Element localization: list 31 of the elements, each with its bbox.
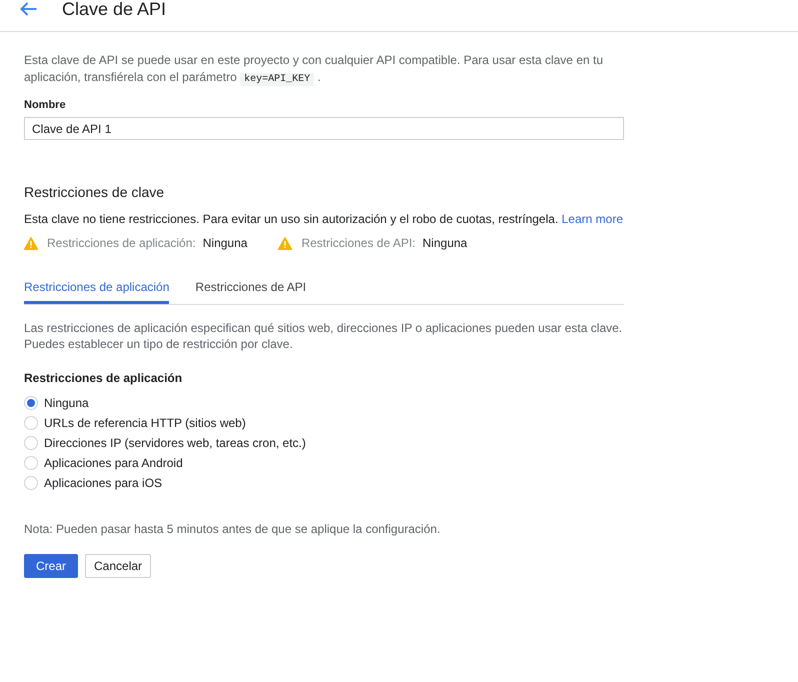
radio-button[interactable] [24,476,38,490]
field-label: Nombre [24,98,67,112]
tab-description: Las restricciones de aplicación especifican qué sitios web, direcciones IP o aplicaciones pueden usar esta clave. Puedes establecer un tipo de restricción por clave. [24,320,624,352]
restriction-label: Restricciones de aplicación: [47,235,196,251]
note-text: Nota: Pueden pasar hasta 5 minutos antes de que se aplique la configuración. [24,521,442,537]
learn-more-link[interactable]: Learn more [562,212,623,226]
radio-button[interactable] [24,396,38,410]
restriction-value: Ninguna [202,235,248,251]
radio-label[interactable]: URLs de referencia HTTP (sitios web) [44,415,246,431]
tab[interactable]: Restricciones de aplicación [24,274,170,304]
radio-label[interactable]: Direcciones IP (servidores web, tareas cron, etc.) [44,435,306,451]
warning-icon [278,236,292,250]
radio-button[interactable] [24,416,38,430]
tab[interactable]: Restricciones de API [195,274,306,304]
section-title: Restricciones de clave [24,183,166,201]
warning-icon [24,236,38,250]
page-title: Clave de API [62,0,166,18]
intro-text: Esta clave de API se puede usar en este proyecto y con cualquier API compatible. Para usar esta clave en tu aplicación, transfiérela con el parámetro key=API_KEY . [24,52,604,88]
restriction-warning-text: Esta clave no tiene restricciones. Para evitar un uso sin autorización y el robo de cuotas, restríngela. Learn more [24,211,624,228]
radio-label[interactable]: Aplicaciones para Android [44,455,183,471]
radio-button[interactable] [24,456,38,470]
name-input[interactable]: Clave de API 1 [24,117,624,140]
create-button[interactable]: Crear [24,554,78,578]
cancel-button[interactable]: Cancelar [85,554,152,578]
radio-button[interactable] [24,436,38,450]
radio-label[interactable]: Aplicaciones para iOS [44,475,162,491]
group-title: Restricciones de aplicación [24,370,184,386]
back-arrow-icon[interactable] [20,2,37,16]
radio-label[interactable]: Ninguna [44,395,89,411]
restriction-label: Restricciones de API: [301,235,416,251]
restriction-value: Ninguna [422,235,468,251]
